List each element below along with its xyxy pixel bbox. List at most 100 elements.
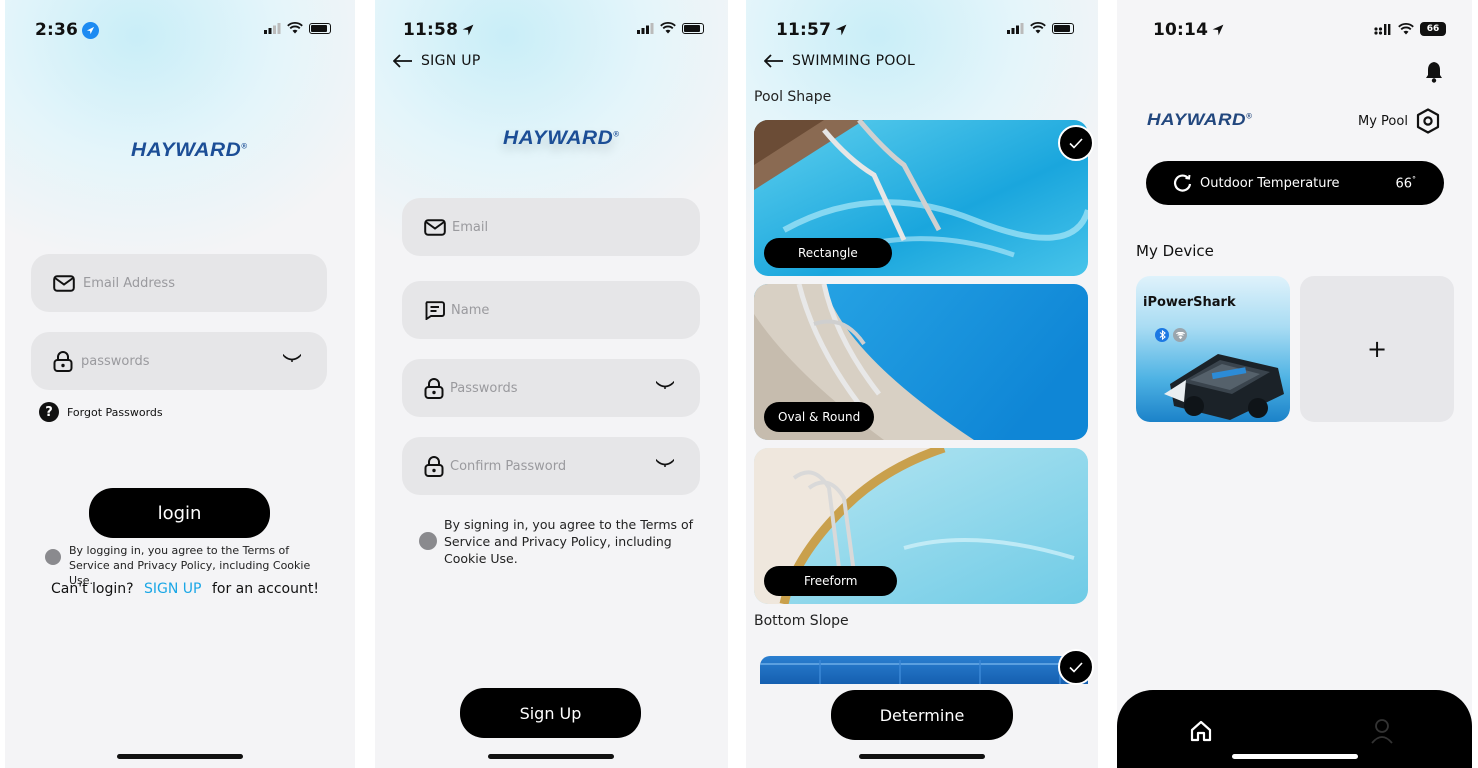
password-field[interactable]: Passwords	[402, 359, 700, 417]
hayward-logo: HAYWARD®	[503, 128, 620, 149]
outdoor-value-wrap: 66°	[1395, 175, 1416, 191]
status-time: 2:36	[35, 20, 100, 40]
battery-icon	[682, 22, 704, 34]
pool-card-freeform[interactable]: Freeform	[754, 448, 1088, 604]
device-card-ipowershark[interactable]: iPowerShark	[1136, 276, 1290, 422]
eye-closed-icon[interactable]	[283, 354, 301, 364]
checkmark-icon[interactable]	[1058, 649, 1094, 685]
shape-tag-oval: Oval & Round	[764, 402, 875, 432]
cant-login-prefix: Can't login?	[51, 581, 134, 597]
profile-tab-icon[interactable]	[1371, 718, 1393, 744]
back-arrow-icon[interactable]	[393, 54, 413, 68]
bottom-slope-label: Bottom Slope	[754, 613, 849, 629]
device-name: iPowerShark	[1143, 295, 1236, 310]
my-pool-label: My Pool	[1358, 113, 1408, 129]
home-screen: 10:14 66 HAYWARD® My Pool Outdoor Temper…	[1117, 0, 1472, 768]
status-time: 10:14	[1153, 20, 1224, 40]
wifi-icon	[660, 22, 676, 34]
checkmark-icon[interactable]	[1058, 125, 1094, 161]
my-device-label: My Device	[1136, 242, 1214, 260]
logo-text: HAYWARD	[131, 140, 242, 161]
home-indicator	[859, 754, 985, 759]
pool-card-rectangle[interactable]: Rectangle	[754, 120, 1088, 276]
login-label: login	[157, 502, 202, 524]
settings-hexagon-icon[interactable]	[1416, 108, 1440, 134]
name-field[interactable]: Name	[402, 281, 700, 339]
back-arrow-icon[interactable]	[764, 54, 784, 68]
determine-button[interactable]: Determine	[831, 690, 1013, 740]
terms-radio[interactable]	[45, 549, 61, 565]
signal-icon	[264, 22, 281, 34]
terms-text: By signing in, you agree to the Terms of…	[444, 517, 694, 566]
forgot-password-link[interactable]: ? Forgot Passwords	[39, 402, 163, 422]
sign-up-button[interactable]: Sign Up	[460, 688, 641, 738]
outdoor-unit: °	[1412, 174, 1416, 184]
status-time-text: 11:58	[403, 20, 459, 40]
add-device-plus: +	[1366, 335, 1388, 363]
password-placeholder: Passwords	[450, 380, 518, 396]
back-title: SWIMMING POOL	[792, 53, 916, 69]
status-icons: 66	[1374, 22, 1446, 36]
outdoor-value: 66	[1395, 176, 1412, 192]
back-header[interactable]: SIGN UP	[393, 53, 481, 69]
outdoor-label: Outdoor Temperature	[1200, 175, 1340, 191]
terms-radio[interactable]	[419, 532, 437, 550]
lock-icon	[424, 377, 444, 399]
signal-icon	[1374, 23, 1391, 35]
mail-icon	[424, 218, 446, 236]
hayward-logo: HAYWARD®	[1147, 110, 1253, 129]
eye-closed-icon[interactable]	[656, 381, 674, 391]
confirm-password-field[interactable]: Confirm Password	[402, 437, 700, 495]
bottom-tab-bar	[1117, 690, 1472, 768]
pool-card-oval-round[interactable]: Oval & Round	[754, 284, 1088, 440]
battery-icon: 66	[1420, 22, 1446, 36]
status-time-text: 11:57	[776, 20, 832, 40]
email-field[interactable]: Email	[402, 198, 700, 256]
status-bar: 11:57	[776, 20, 1074, 42]
message-icon	[425, 300, 445, 320]
login-screen: 2:36 HAYWARD® Email Address passwords ? …	[5, 0, 355, 768]
slope-photo	[760, 660, 1088, 684]
sign-up-label: Sign Up	[519, 703, 582, 723]
battery-level: 66	[1426, 24, 1440, 34]
email-placeholder: Email Address	[83, 275, 175, 291]
location-arrow-icon	[835, 24, 847, 36]
refresh-icon	[1174, 173, 1192, 192]
signup-link[interactable]: SIGN UP	[144, 581, 201, 597]
battery-icon	[1052, 22, 1074, 34]
status-bar: 2:36	[35, 20, 331, 42]
bell-icon[interactable]	[1425, 61, 1443, 83]
status-time-text: 2:36	[35, 20, 79, 40]
email-field[interactable]: Email Address	[31, 254, 327, 312]
forgot-label: Forgot Passwords	[67, 405, 163, 419]
slope-card-partial[interactable]	[760, 656, 1088, 684]
status-bar: 10:14 66	[1153, 20, 1446, 42]
home-tab-icon[interactable]	[1190, 720, 1212, 742]
add-device-card[interactable]: +	[1300, 276, 1454, 422]
wifi-icon	[1398, 23, 1414, 35]
location-icon	[82, 21, 100, 39]
pool-screen: 11:57 SWIMMING POOL Pool Shape Rectangle	[746, 0, 1098, 768]
lock-icon	[424, 455, 444, 477]
back-header[interactable]: SWIMMING POOL	[764, 53, 915, 69]
password-field[interactable]: passwords	[31, 332, 327, 390]
email-placeholder: Email	[452, 219, 489, 235]
outdoor-temperature-bar[interactable]: Outdoor Temperature 66°	[1146, 161, 1444, 205]
mail-icon	[53, 274, 75, 292]
signal-icon	[637, 22, 654, 34]
cant-login-row: Can't login? SIGN UP for an account!	[51, 581, 319, 597]
status-icons	[1007, 22, 1074, 34]
status-icons	[637, 22, 704, 34]
eye-closed-icon[interactable]	[656, 459, 674, 469]
status-bar: 11:58	[403, 20, 704, 42]
status-icons	[264, 22, 331, 34]
pool-robot-image	[1164, 354, 1284, 420]
login-button[interactable]: login	[89, 488, 270, 538]
back-title: SIGN UP	[421, 53, 481, 69]
lock-icon	[53, 350, 73, 372]
cant-login-suffix: for an account!	[211, 581, 319, 597]
status-time-text: 10:14	[1153, 20, 1209, 40]
my-pool-link[interactable]: My Pool	[1358, 108, 1440, 134]
location-arrow-icon	[1212, 24, 1224, 36]
confirm-placeholder: Confirm Password	[450, 458, 567, 474]
